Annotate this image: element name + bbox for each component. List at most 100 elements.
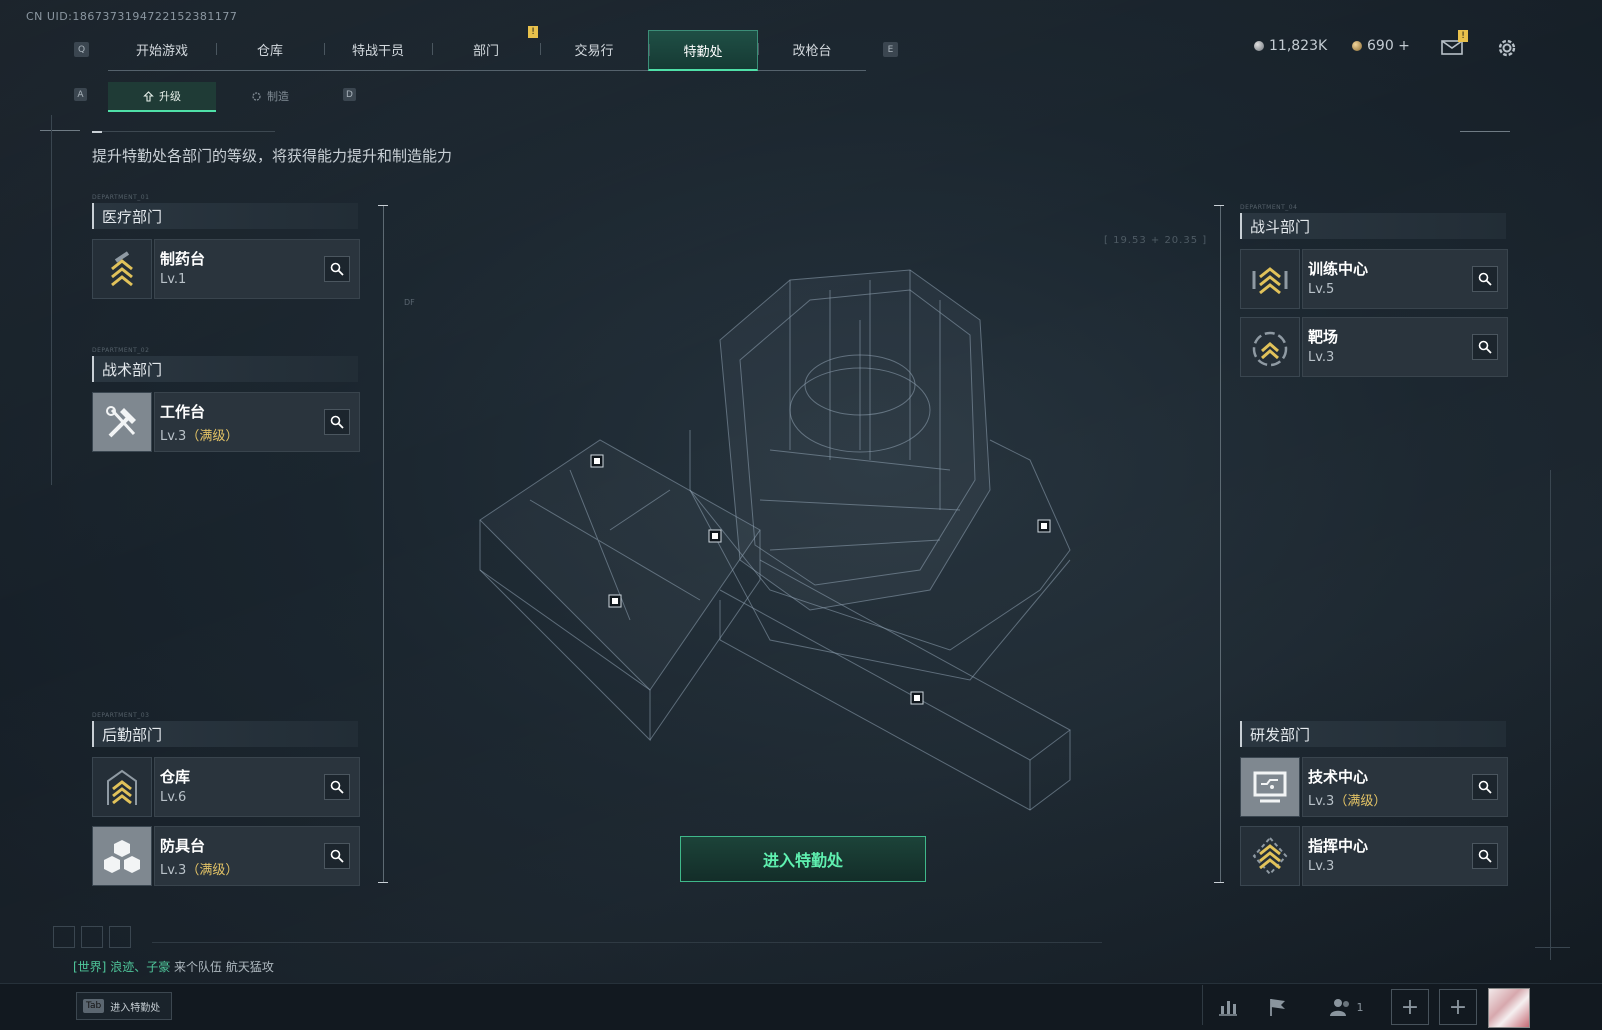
max-level-label: （满级） (1334, 794, 1387, 809)
gear-icon[interactable] (1495, 36, 1519, 60)
tab-operators[interactable]: 特战干员 (324, 30, 432, 68)
facility-model[interactable] (470, 260, 1090, 840)
subtabs: 升级 制造 (108, 82, 324, 112)
frame-deco (92, 131, 275, 132)
tab-special-ops[interactable]: 特勤处 (648, 30, 758, 71)
search-icon[interactable] (1472, 334, 1498, 360)
enter-special-ops-button[interactable]: 进入特勤处 (680, 836, 926, 882)
prev-tab-key[interactable]: Q (74, 42, 89, 57)
friends-icon (1329, 999, 1349, 1016)
dept-tag: DEPARTMENT_04 (1240, 204, 1298, 211)
tab-label: 仓库 (256, 43, 283, 59)
silver-currency[interactable]: 11,823K (1254, 38, 1327, 54)
facility-card-pharmacy[interactable]: 制药台 Lv.1 (92, 239, 360, 299)
subtab-label: 制造 (267, 90, 289, 103)
search-icon[interactable] (324, 409, 350, 435)
gold-currency[interactable]: 690 + (1352, 38, 1410, 54)
dept-title: 战术部门 (102, 360, 163, 379)
subtab-craft[interactable]: 制造 (216, 82, 324, 110)
facility-card-armor-bench[interactable]: 防具台 Lv.3（满级） (92, 826, 360, 886)
facility-card-body: 制药台 Lv.1 (154, 239, 360, 299)
frame-deco (1550, 470, 1551, 960)
user-uid: CN UID:1867373194722152381177 (26, 10, 238, 23)
facility-card-body: 训练中心 Lv.5 (1302, 249, 1508, 309)
search-icon[interactable] (324, 774, 350, 800)
chat-message: 来个队伍 航天猛攻 (174, 960, 274, 974)
facility-card-body: 工作台 Lv.3（满级） (154, 392, 360, 452)
dept-tag: DEPARTMENT_01 (92, 194, 150, 201)
tab-hint-button[interactable]: Tab 进入特勤处 (76, 992, 172, 1020)
tab-label: 交易行 (574, 43, 614, 59)
pharmacy-icon (92, 239, 152, 299)
gold-amount: 690 + (1367, 38, 1410, 54)
frame-deco (92, 131, 102, 133)
df-label: DF (404, 298, 415, 307)
bracket-tick (1214, 205, 1224, 206)
next-tab-key[interactable]: E (883, 42, 898, 57)
level-value: Lv.3 (1308, 350, 1335, 365)
mail-alert-badge: ! (1458, 30, 1468, 42)
facility-card-body: 靶场 Lv.3 (1302, 317, 1508, 377)
deco-square (81, 926, 103, 948)
tab-start-game[interactable]: 开始游戏 (108, 30, 216, 68)
tab-label: 改枪台 (792, 43, 832, 59)
tab-label: 部门 (472, 43, 499, 59)
tab-label: 开始游戏 (135, 43, 188, 59)
max-level-label: （满级） (186, 429, 239, 444)
level-value: Lv.1 (160, 272, 187, 287)
facility-card-command-center[interactable]: 指挥中心 Lv.3 (1240, 826, 1508, 886)
chat-line[interactable]: [世界] 浪迹、子豪 来个队伍 航天猛攻 (73, 958, 274, 975)
upgrade-icon (143, 90, 154, 102)
tab-key: Tab (83, 999, 105, 1013)
silver-coin-icon (1254, 41, 1264, 51)
search-icon[interactable] (324, 843, 350, 869)
subtab-label: 升级 (159, 90, 181, 103)
frame-deco (51, 115, 52, 485)
search-icon[interactable] (1472, 266, 1498, 292)
dept-title: 后勤部门 (102, 725, 163, 744)
friends-button[interactable]: 1 (1323, 992, 1369, 1022)
level-value: Lv.3 (1308, 859, 1335, 874)
tab-gunsmith[interactable]: 改枪台 (758, 30, 866, 68)
tab-warehouse[interactable]: 仓库 (216, 30, 324, 68)
prev-subtab-key[interactable]: A (74, 88, 87, 101)
facility-card-warehouse[interactable]: 仓库 Lv.6 (92, 757, 360, 817)
frame-deco (1460, 131, 1510, 132)
training-center-icon (1240, 249, 1300, 309)
dept-tag: DEPARTMENT_03 (92, 712, 150, 719)
bracket-tick (378, 205, 388, 206)
left-bracket (383, 205, 384, 883)
flag-icon[interactable] (1262, 992, 1294, 1022)
friends-count: 1 (1356, 1000, 1364, 1014)
search-icon[interactable] (1472, 843, 1498, 869)
next-subtab-key[interactable]: D (343, 88, 356, 101)
tab-department[interactable]: 部门! (432, 26, 540, 68)
search-icon[interactable] (324, 256, 350, 282)
facility-card-body: 仓库 Lv.6 (154, 757, 360, 817)
facility-card-body: 技术中心 Lv.3（满级） (1302, 757, 1508, 817)
bracket-tick (1214, 882, 1224, 883)
dept-research-title: 研发部门 (1240, 721, 1506, 747)
avatar[interactable] (1488, 988, 1530, 1028)
level-value: Lv.5 (1308, 282, 1335, 297)
dept-logistics-title: 后勤部门 (92, 721, 358, 747)
dept-combat-title: 战斗部门 (1240, 213, 1506, 239)
craft-icon (252, 91, 261, 101)
warehouse-icon (92, 757, 152, 817)
facility-card-tech-center[interactable]: 技术中心 Lv.3（满级） (1240, 757, 1508, 817)
frame-deco (40, 130, 80, 131)
silver-amount: 11,823K (1269, 38, 1328, 54)
right-bracket (1220, 205, 1221, 883)
mail-icon[interactable]: ! (1440, 30, 1468, 58)
facility-card-training-center[interactable]: 训练中心 Lv.5 (1240, 249, 1508, 309)
add-teammate-button[interactable]: + (1391, 989, 1429, 1025)
search-icon[interactable] (1472, 774, 1498, 800)
tab-trading[interactable]: 交易行 (540, 30, 648, 68)
divider (1202, 985, 1203, 1025)
deco-square (53, 926, 75, 948)
facility-card-workbench[interactable]: 工作台 Lv.3（满级） (92, 392, 360, 452)
stats-icon[interactable] (1212, 992, 1244, 1022)
subtab-upgrade[interactable]: 升级 (108, 82, 216, 112)
facility-card-shooting-range[interactable]: 靶场 Lv.3 (1240, 317, 1508, 377)
add-teammate-button[interactable]: + (1439, 989, 1477, 1025)
